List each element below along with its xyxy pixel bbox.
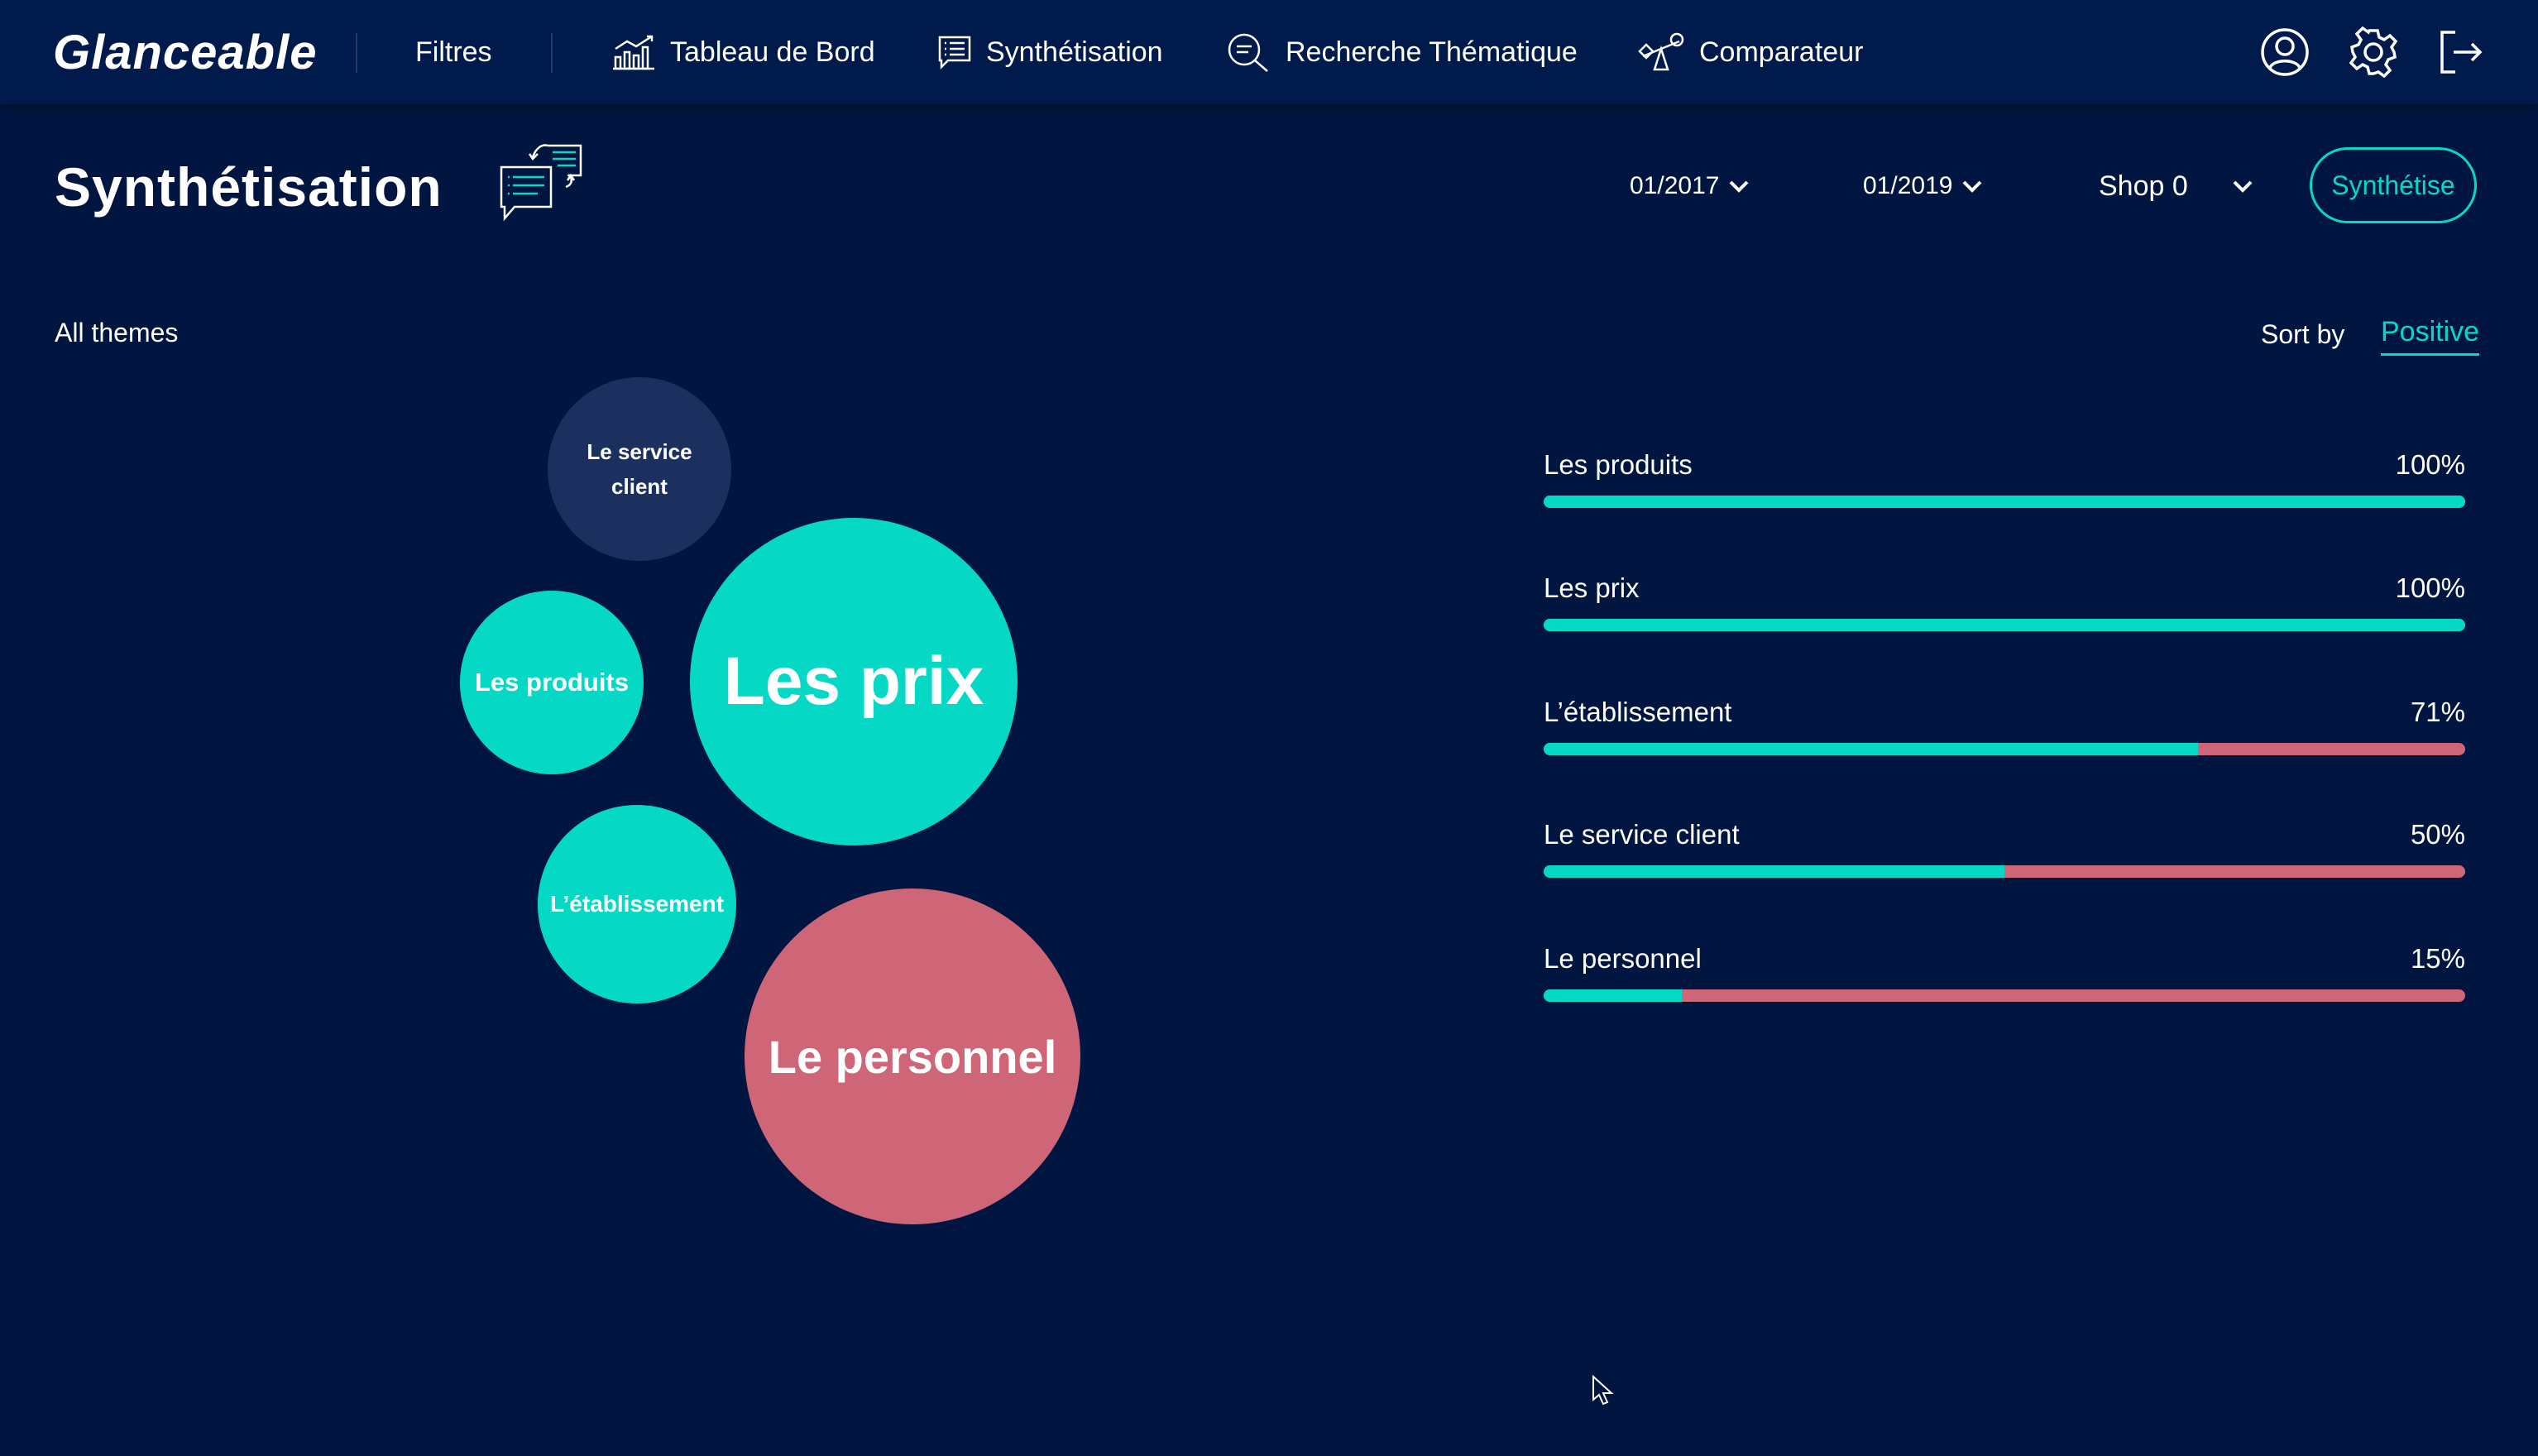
document-list-icon: [938, 36, 971, 70]
nav-synthetisation[interactable]: Synthétisation: [936, 0, 1163, 104]
nav-comparateur-label: Comparateur: [1699, 36, 1864, 68]
nav-synthetisation-label: Synthétisation: [986, 36, 1163, 68]
chat-document-icon: [500, 144, 582, 222]
theme-bar-percent: 71%: [2410, 697, 2465, 727]
shop-select[interactable]: Shop 0: [2099, 164, 2253, 208]
theme-bar-positive-fill: [1544, 496, 2465, 508]
chevron-down-icon: [1963, 180, 1982, 193]
logout-icon[interactable]: [2434, 26, 2487, 79]
theme-bar-percent: 15%: [2410, 943, 2465, 974]
nav-divider: [356, 33, 357, 73]
theme-bar-track: [1544, 619, 2465, 631]
nav-comparateur[interactable]: Comparateur: [1638, 0, 1863, 104]
date-from-select[interactable]: 01/2017: [1630, 164, 1749, 208]
page-title: Synthétisation: [55, 156, 443, 218]
bubble-les-produits[interactable]: Les produits: [460, 591, 644, 774]
settings-gear-icon[interactable]: [2347, 26, 2400, 79]
nav-divider: [551, 33, 553, 73]
bubble-les-prix[interactable]: Les prix: [690, 518, 1018, 845]
theme-bar-row[interactable]: Les produits 100%: [1544, 449, 2465, 515]
theme-bar-percent: 100%: [2395, 449, 2465, 480]
glanceable-logo[interactable]: Glanceable: [53, 22, 317, 84]
theme-bar-label: Le personnel: [1544, 943, 1702, 974]
synthetise-button[interactable]: Synthétise: [2310, 147, 2477, 223]
theme-bar-track: [1544, 865, 2465, 878]
chevron-down-icon: [2233, 180, 2253, 193]
sort-by-select[interactable]: Positive: [2381, 316, 2480, 356]
theme-bar-label: Les prix: [1544, 572, 1640, 603]
section-title: All themes: [55, 318, 179, 347]
top-navbar: Glanceable Filtres Tableau de Bord Synth…: [0, 0, 2538, 104]
theme-bar-track: [1544, 496, 2465, 508]
theme-bar-label: L’établissement: [1544, 697, 1732, 727]
date-from-value: 01/2017: [1630, 172, 1720, 199]
theme-bar-label: Le service client: [1544, 819, 1740, 850]
chevron-down-icon: [1730, 180, 1749, 193]
magnifier-icon: [1228, 33, 1268, 72]
theme-bar-positive-fill: [1544, 743, 2198, 755]
nav-filters-label: Filtres: [415, 36, 492, 68]
nav-tableau-de-bord[interactable]: Tableau de Bord: [611, 0, 875, 104]
theme-bar-label: Les produits: [1544, 449, 1693, 480]
nav-recherche-thematique-label: Recherche Thématique: [1286, 36, 1578, 68]
nav-recherche-thematique[interactable]: Recherche Thématique: [1226, 0, 1578, 104]
nav-tableau-de-bord-label: Tableau de Bord: [670, 36, 875, 68]
theme-bar-row[interactable]: Le personnel 15%: [1544, 943, 2465, 1009]
date-to-select[interactable]: 01/2019: [1863, 164, 1982, 208]
theme-bar-positive-fill: [1544, 865, 2004, 878]
theme-bar-track: [1544, 743, 2465, 755]
theme-bar-track: [1544, 989, 2465, 1002]
balance-scale-icon: [1638, 32, 1684, 71]
bubble-le-service-client[interactable]: Le service client: [548, 377, 731, 561]
theme-bar-percent: 50%: [2410, 819, 2465, 850]
theme-bar-positive-fill: [1544, 619, 2465, 631]
bubble-l-etablissement[interactable]: L’établissement: [538, 805, 736, 1003]
bar-chart-icon: [613, 35, 654, 70]
theme-bar-row[interactable]: Les prix 100%: [1544, 572, 2465, 639]
shop-value: Shop 0: [2099, 170, 2188, 202]
theme-bar-row[interactable]: L’établissement 71%: [1544, 697, 2465, 763]
theme-bar-row[interactable]: Le service client 50%: [1544, 819, 2465, 885]
sort-by-label: Sort by: [2261, 319, 2345, 349]
bubble-le-personnel[interactable]: Le personnel: [745, 888, 1080, 1224]
mouse-cursor-icon: [1592, 1375, 1614, 1406]
date-to-value: 01/2019: [1863, 172, 1953, 199]
theme-bar-percent: 100%: [2395, 572, 2465, 603]
user-account-icon[interactable]: [2258, 26, 2311, 79]
theme-bar-positive-fill: [1544, 989, 1683, 1002]
nav-filters[interactable]: Filtres: [415, 0, 492, 104]
